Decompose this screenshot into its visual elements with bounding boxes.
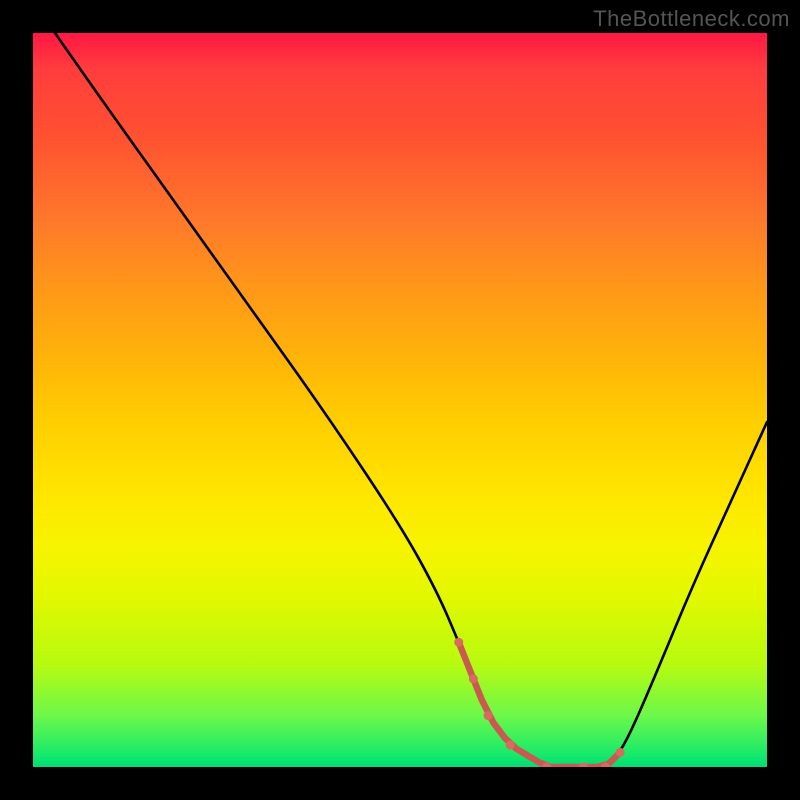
watermark-text: TheBottleneck.com: [593, 6, 790, 32]
highlight-dot: [616, 748, 625, 757]
chart-plot-area: [33, 33, 767, 767]
highlight-segment: [454, 638, 624, 767]
highlight-path: [459, 642, 620, 767]
curve-line: [55, 33, 767, 767]
chart-svg: [33, 33, 767, 767]
highlight-dot: [579, 763, 588, 768]
highlight-dot: [454, 638, 463, 647]
highlight-dot: [469, 674, 478, 683]
highlight-dot: [506, 740, 515, 749]
highlight-dot: [484, 711, 493, 720]
